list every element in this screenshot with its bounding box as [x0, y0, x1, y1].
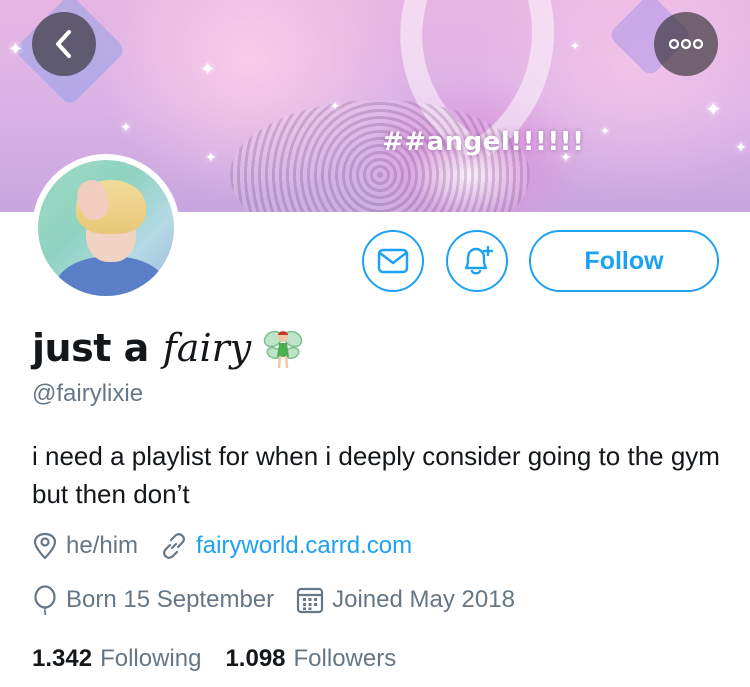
- message-button[interactable]: [362, 230, 424, 292]
- following-label: Following: [100, 645, 202, 672]
- fairy-emoji-icon: [263, 330, 303, 369]
- avatar[interactable]: [32, 154, 180, 302]
- avatar-image: [38, 160, 174, 296]
- envelope-icon: [377, 248, 409, 274]
- website-link[interactable]: fairyworld.carrd.com: [196, 532, 412, 560]
- birthday-text: Born 15 September: [66, 586, 275, 613]
- website-item[interactable]: fairyworld.carrd.com: [160, 532, 412, 560]
- banner-caption: ##angel!!!!!!: [382, 127, 585, 157]
- sparkle-icon: ✦: [735, 139, 747, 155]
- following-count: 1.342: [32, 645, 93, 672]
- follow-stats: 1.342 Following 1.098 Followers: [32, 645, 420, 673]
- sparkle-icon: ✦: [570, 39, 581, 53]
- profile-meta-row: he/him fairyworld.carrd.com: [32, 532, 434, 560]
- calendar-icon: [297, 587, 324, 614]
- sparkle-icon: ✦: [8, 39, 24, 59]
- back-button[interactable]: [32, 12, 96, 76]
- user-handle: @fairylixie: [32, 380, 144, 407]
- location-item: he/him: [32, 532, 138, 560]
- profile-bio: i need a playlist for when i deeply cons…: [32, 441, 720, 509]
- birthday-item: Born 15 September: [32, 585, 274, 615]
- followers-count: 1.098: [225, 645, 286, 672]
- more-dots-icon: [668, 38, 704, 50]
- location-pin-icon: [33, 532, 57, 560]
- followers-stat[interactable]: 1.098 Followers: [225, 645, 396, 673]
- link-icon: [163, 533, 186, 559]
- display-name: just a fairy: [32, 320, 303, 376]
- follow-button[interactable]: Follow: [529, 230, 719, 292]
- notifications-button[interactable]: [446, 230, 508, 292]
- sparkle-icon: ✦: [205, 149, 217, 165]
- bell-plus-icon: [464, 245, 494, 275]
- sparkle-icon: ✦: [200, 59, 216, 79]
- following-stat[interactable]: 1.342 Following: [32, 645, 201, 673]
- sparkle-icon: ✦: [330, 99, 341, 113]
- sparkle-icon: ✦: [120, 119, 132, 135]
- chevron-left-icon: [56, 30, 71, 58]
- location-text: he/him: [66, 532, 139, 559]
- display-name-main: just a: [32, 326, 149, 370]
- sparkle-icon: ✦: [705, 99, 722, 121]
- joined-item: Joined May 2018: [296, 586, 515, 614]
- more-options-button[interactable]: [654, 12, 718, 76]
- joined-text: Joined May 2018: [332, 586, 515, 613]
- sparkle-icon: ✦: [600, 124, 611, 138]
- display-name-fancy: fairy: [162, 326, 252, 370]
- followers-label: Followers: [293, 645, 397, 672]
- profile-meta-row: Born 15 September Joined May 2018: [32, 585, 537, 615]
- balloon-icon: [34, 585, 56, 615]
